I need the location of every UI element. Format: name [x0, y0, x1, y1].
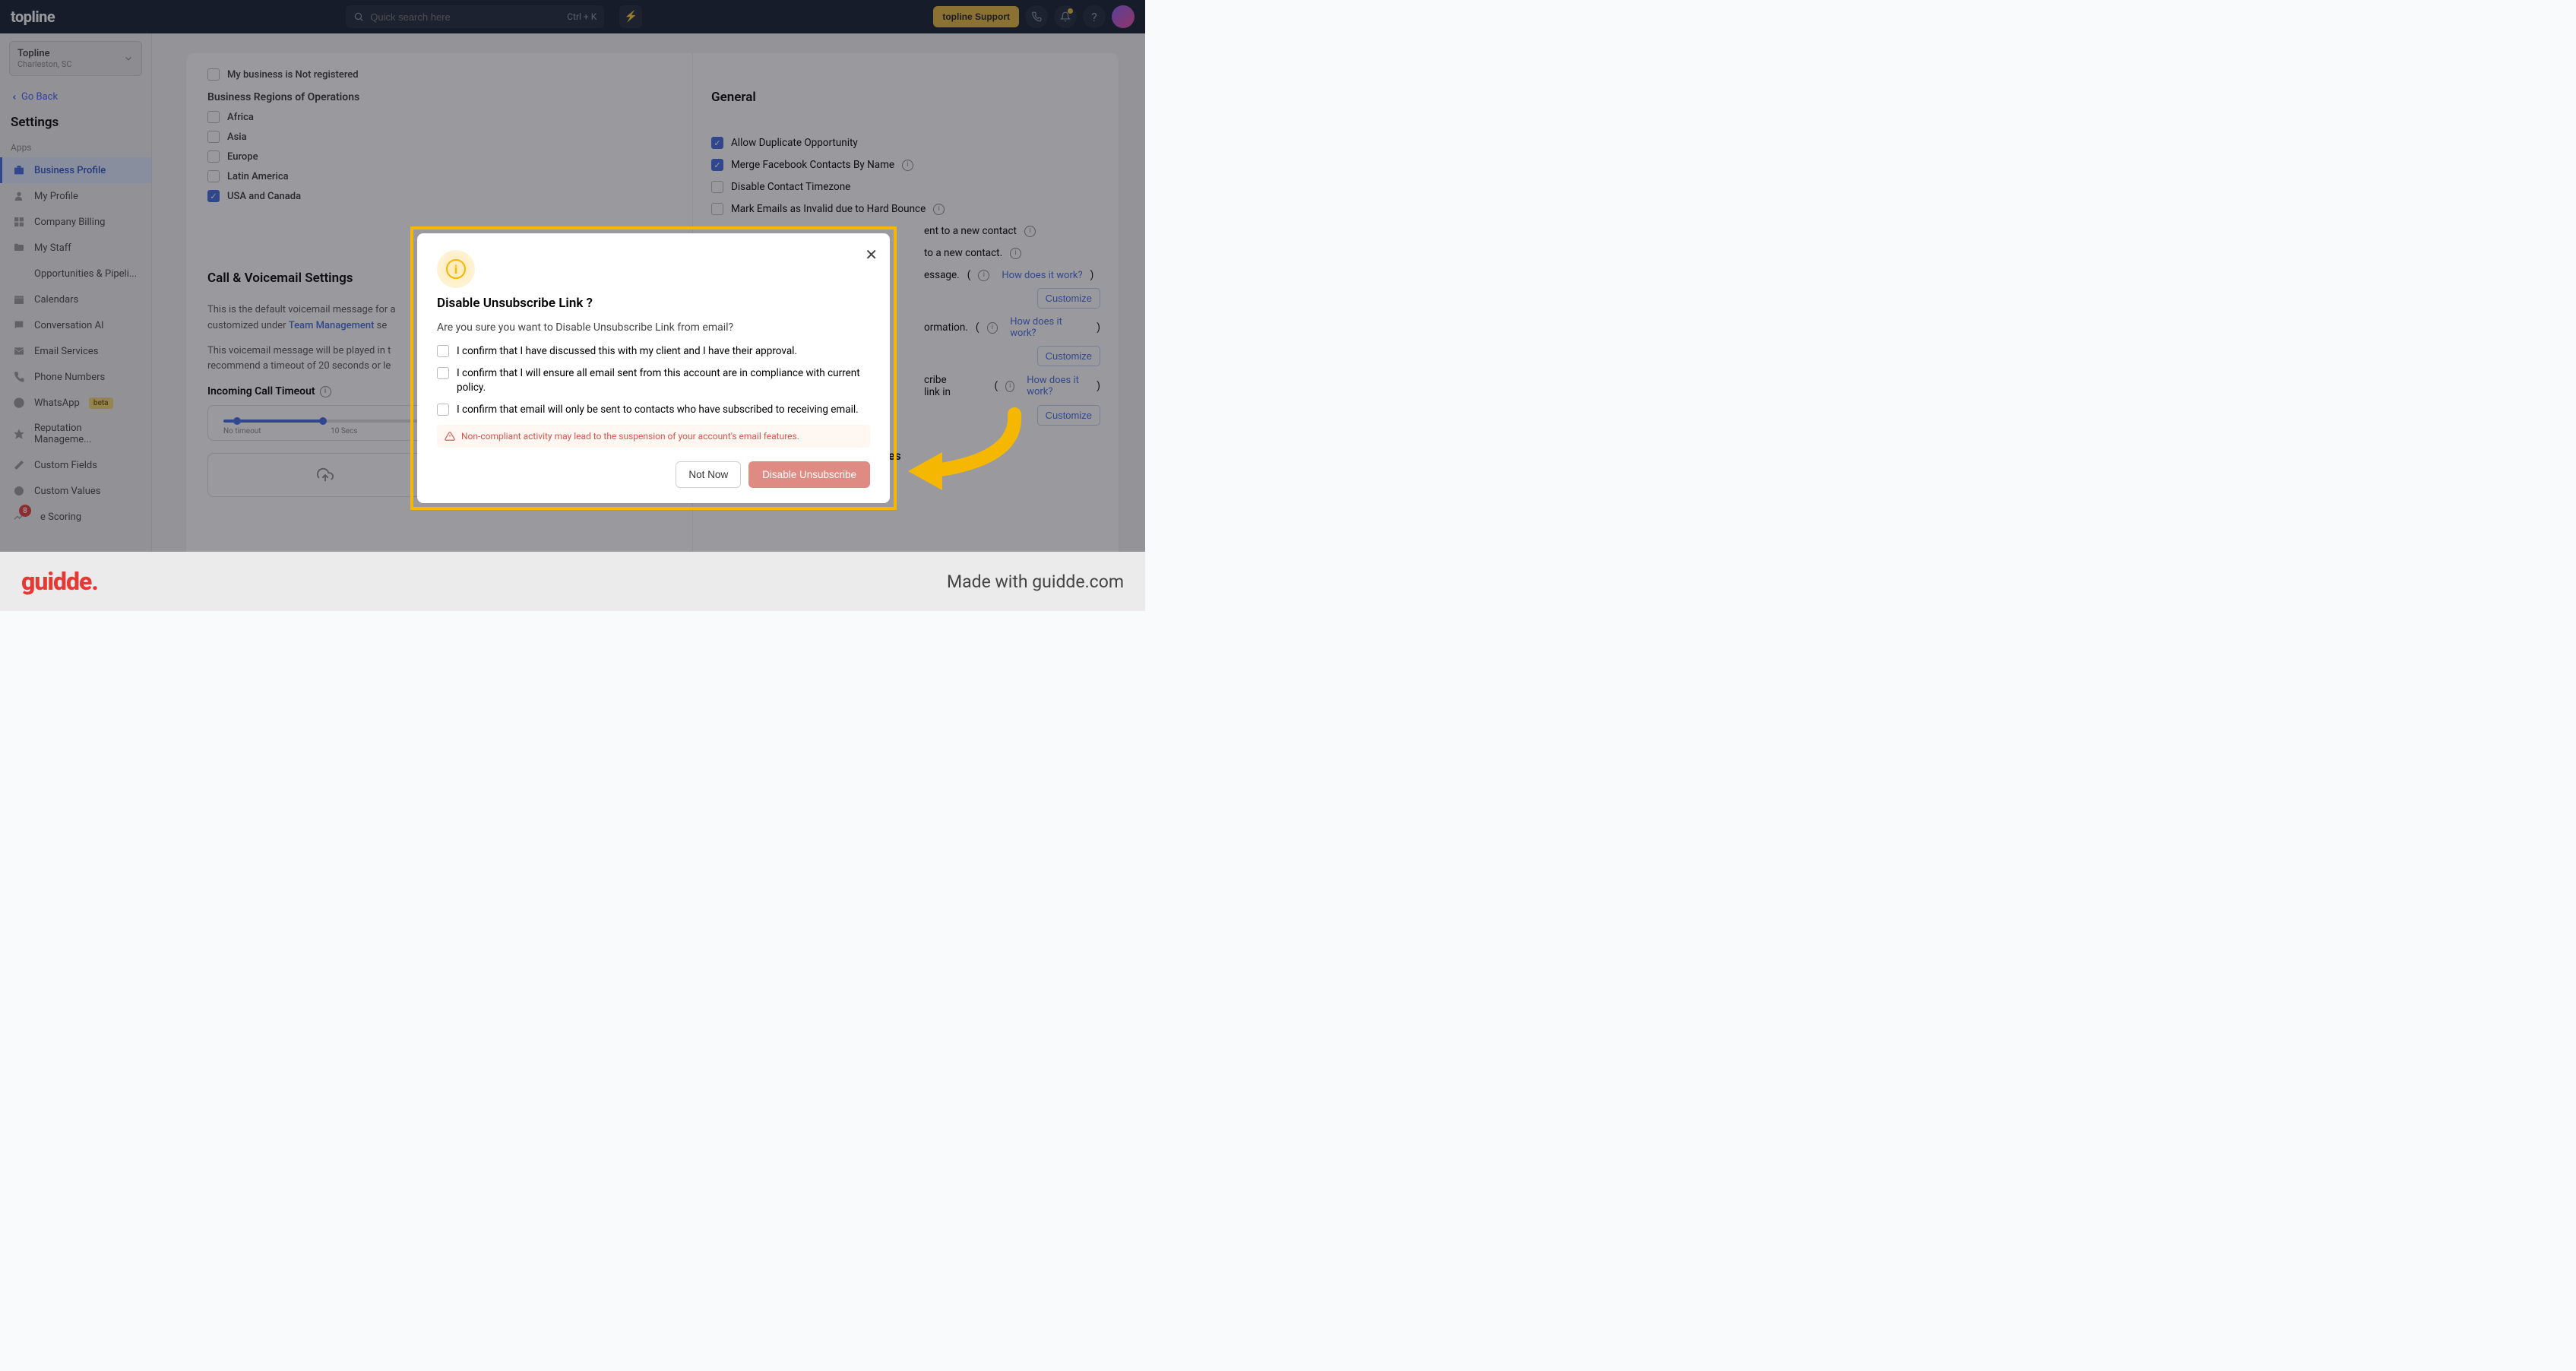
confirm-label: I confirm that I will ensure all email s…	[457, 366, 870, 395]
close-button[interactable]: ✕	[865, 245, 878, 264]
confirm-3-row[interactable]: I confirm that email will only be sent t…	[437, 403, 870, 417]
checkbox[interactable]	[437, 345, 449, 357]
footer-attribution: Made with guidde.com	[947, 572, 1124, 592]
checkbox[interactable]	[437, 367, 449, 379]
not-now-button[interactable]: Not Now	[676, 461, 741, 488]
confirm-label: I confirm that I have discussed this wit…	[457, 344, 797, 359]
modal-actions: Not Now Disable Unsubscribe	[437, 461, 870, 488]
modal-title: Disable Unsubscribe Link ?	[437, 296, 870, 311]
modal-highlight-border: ✕ i Disable Unsubscribe Link ? Are you s…	[410, 226, 897, 510]
footer: guidde. Made with guidde.com	[0, 552, 1145, 611]
confirm-2-row[interactable]: I confirm that I will ensure all email s…	[437, 366, 870, 395]
confirm-label: I confirm that email will only be sent t…	[457, 403, 859, 417]
modal-icon-wrap: i	[437, 250, 475, 288]
info-circle-icon: i	[446, 259, 466, 279]
checkbox[interactable]	[437, 404, 449, 416]
modal-subtitle: Are you sure you want to Disable Unsubsc…	[437, 321, 870, 334]
warning-box: Non-compliant activity may lead to the s…	[437, 425, 870, 448]
confirm-1-row[interactable]: I confirm that I have discussed this wit…	[437, 344, 870, 359]
guidde-logo: guidde.	[21, 567, 98, 596]
warning-triangle-icon	[445, 431, 455, 442]
disable-unsubscribe-modal: ✕ i Disable Unsubscribe Link ? Are you s…	[417, 233, 890, 503]
disable-unsubscribe-button[interactable]: Disable Unsubscribe	[748, 461, 870, 488]
warning-text: Non-compliant activity may lead to the s…	[461, 431, 799, 442]
close-icon: ✕	[865, 247, 878, 264]
